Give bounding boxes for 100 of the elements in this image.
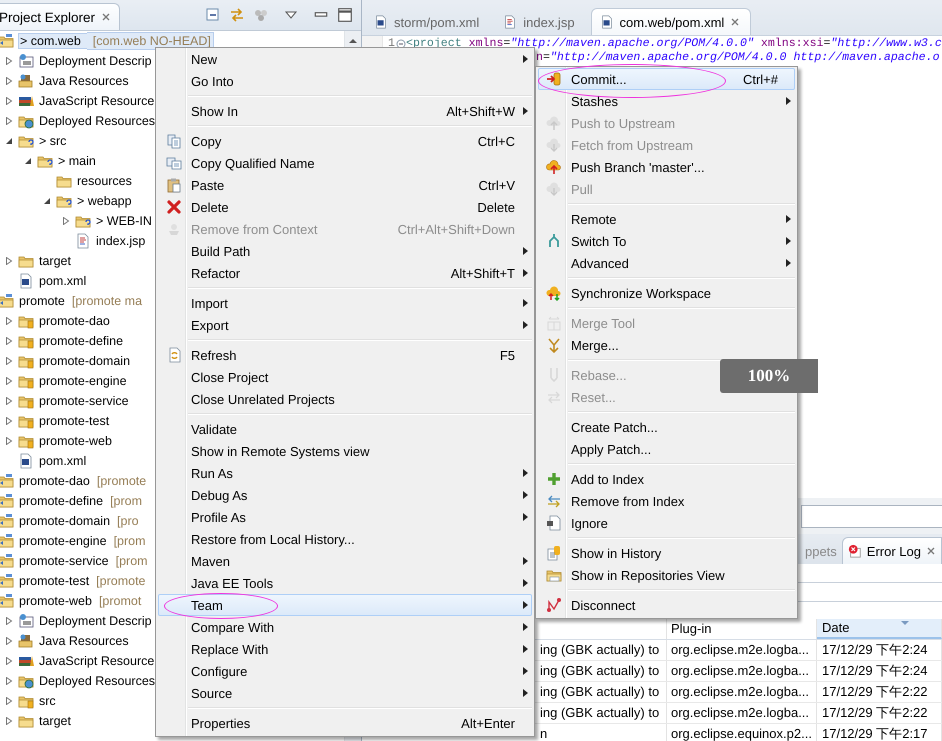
collapsed-icon[interactable] — [5, 257, 13, 265]
tree-item[interactable]: promote-dao — [38, 313, 111, 329]
editor-tab[interactable]: storm/pom.xml — [366, 9, 494, 35]
collapsed-icon[interactable] — [5, 717, 13, 725]
menu-item[interactable]: Commit... Ctrl+# — [538, 68, 795, 90]
tree-item[interactable]: promote-service — [18, 553, 110, 569]
close-icon[interactable] — [101, 12, 112, 22]
tree-item[interactable]: promote-define — [18, 493, 104, 509]
menu-item[interactable]: Paste Ctrl+V — [158, 174, 532, 196]
tree-item[interactable]: promote-engine — [18, 533, 108, 549]
tree-item[interactable]: resources — [76, 173, 133, 189]
menu-item[interactable]: Close Project — [158, 366, 292, 388]
menu-item[interactable]: Push Branch 'master'... — [538, 156, 728, 178]
menu-item[interactable]: Java EE Tools — [158, 572, 532, 594]
tree-item[interactable]: promote-service — [38, 393, 130, 409]
expanded-icon[interactable] — [5, 137, 13, 145]
collapsed-icon[interactable] — [5, 437, 13, 445]
tree-item[interactable]: Java Resources — [38, 73, 130, 89]
collapsed-icon[interactable] — [5, 677, 13, 685]
view-menu-icon[interactable] — [285, 11, 297, 19]
maximize-icon[interactable] — [337, 7, 353, 23]
tree-item[interactable]: Deployed Resources — [38, 673, 156, 689]
tree-item[interactable]: > src — [38, 133, 68, 149]
scroll-up-icon[interactable] — [348, 38, 358, 44]
expanded-icon[interactable] — [24, 157, 32, 165]
menu-item[interactable]: Show In Alt+Shift+W — [158, 100, 532, 122]
menu-item[interactable]: Restore from Local History... — [158, 528, 378, 550]
menu-item[interactable]: Profile As — [158, 506, 532, 528]
collapsed-icon[interactable] — [62, 217, 70, 225]
menu-item[interactable]: Import — [158, 292, 532, 314]
tree-item[interactable]: src — [38, 693, 57, 709]
tree-item[interactable]: promote-define — [38, 333, 124, 349]
menu-item[interactable]: Advanced — [538, 252, 795, 274]
expanded-icon[interactable] — [43, 197, 51, 205]
menu-item[interactable]: Refresh F5 — [158, 344, 532, 366]
collapsed-icon[interactable] — [5, 377, 13, 385]
tree-item[interactable]: > WEB-IN — [95, 213, 153, 229]
menu-item[interactable]: Remove from Index — [538, 490, 708, 512]
menu-item[interactable]: Disconnect — [538, 594, 658, 616]
menu-item[interactable]: Run As — [158, 462, 532, 484]
menu-item[interactable]: Remote — [538, 208, 795, 230]
tree-item[interactable]: > com.web — [18, 33, 87, 49]
collapsed-icon[interactable] — [5, 657, 13, 665]
text-field[interactable] — [801, 504, 942, 528]
tree-item[interactable]: target — [38, 253, 72, 269]
tree-item[interactable]: Java Resources — [38, 633, 130, 649]
link-arrows-icon[interactable] — [229, 7, 245, 23]
view-tab[interactable]: Error Log — [842, 537, 942, 564]
menu-item[interactable]: Ignore — [538, 512, 631, 534]
tree-item[interactable]: Deployment Descrip — [38, 613, 153, 629]
menu-item[interactable]: Show in History — [538, 542, 684, 564]
tree-item[interactable]: index.jsp — [95, 233, 146, 249]
menu-item[interactable]: Apply Patch... — [538, 438, 674, 460]
tree-item[interactable]: promote — [18, 293, 66, 309]
tree-item[interactable]: pom.xml — [38, 273, 88, 289]
tree-item[interactable]: Deployed Resources — [38, 113, 156, 129]
menu-item[interactable]: Compare With — [158, 616, 532, 638]
collapsed-icon[interactable] — [5, 337, 13, 345]
tree-item[interactable]: promote-test — [38, 413, 110, 429]
collapse-all-icon[interactable] — [205, 7, 221, 23]
collapsed-icon[interactable] — [5, 637, 13, 645]
collapsed-icon[interactable] — [5, 317, 13, 325]
tree-item[interactable]: promote-domain — [38, 353, 132, 369]
tree-item[interactable]: promote-test — [18, 573, 90, 589]
menu-item[interactable]: Validate — [158, 418, 260, 440]
collapsed-icon[interactable] — [5, 357, 13, 365]
tree-item[interactable]: promote-domain — [18, 513, 112, 529]
menu-item[interactable]: Merge... — [538, 334, 642, 356]
menu-item[interactable]: Show in Remote Systems view — [158, 440, 392, 462]
menu-item[interactable]: New — [158, 48, 532, 70]
menu-item[interactable]: Create Patch... — [538, 416, 681, 438]
column-header[interactable]: Date — [817, 619, 942, 639]
collapsed-icon[interactable] — [5, 117, 13, 125]
menu-item[interactable]: Team — [158, 594, 532, 616]
menu-item[interactable]: Show in Repositories View — [538, 564, 748, 586]
tree-item[interactable]: promote-dao — [18, 473, 91, 489]
editor-tab[interactable]: com.web/pom.xml — [590, 8, 752, 35]
tree-item[interactable]: JavaScript Resource — [38, 653, 156, 669]
menu-item[interactable]: Switch To — [538, 230, 795, 252]
tree-item[interactable]: > webapp — [76, 193, 133, 209]
menu-item[interactable]: Delete Delete — [158, 196, 532, 218]
tree-item[interactable]: promote-web — [18, 593, 93, 609]
menu-item[interactable]: Close Unrelated Projects — [158, 388, 358, 410]
menu-item[interactable]: Maven — [158, 550, 532, 572]
menu-item[interactable]: Export — [158, 314, 532, 336]
tree-item[interactable]: promote-web — [38, 433, 113, 449]
menu-item[interactable]: Build Path — [158, 240, 532, 262]
close-icon[interactable] — [926, 546, 936, 556]
menu-item[interactable]: Copy Qualified Name — [158, 152, 338, 174]
collapsed-icon[interactable] — [5, 617, 13, 625]
menu-item[interactable]: Synchronize Workspace — [538, 282, 734, 304]
tree-item[interactable]: Deployment Descrip — [38, 53, 153, 69]
collapsed-icon[interactable] — [5, 77, 13, 85]
collapsed-icon[interactable] — [5, 397, 13, 405]
tree-item[interactable]: > main — [57, 153, 97, 169]
tree-item[interactable]: target — [38, 713, 72, 729]
editor-tab[interactable]: index.jsp — [495, 9, 589, 35]
view-tab[interactable]: Project Explorer — [0, 3, 120, 30]
tree-item[interactable]: JavaScript Resource — [38, 93, 156, 109]
tree-item[interactable]: pom.xml — [38, 453, 88, 469]
